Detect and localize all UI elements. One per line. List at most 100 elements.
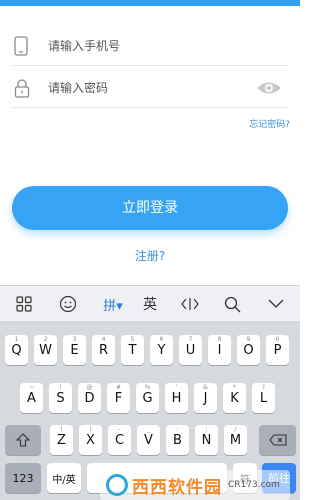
key-label: N xyxy=(201,432,212,448)
shift-key[interactable] xyxy=(5,425,41,455)
login-button[interactable]: 立即登录 xyxy=(12,186,288,230)
key-label: F xyxy=(114,390,123,406)
backspace-icon xyxy=(268,434,287,446)
key-label: K xyxy=(230,390,239,406)
key-label: V xyxy=(144,432,153,448)
backspace-key[interactable] xyxy=(259,425,296,455)
key-label: Y xyxy=(157,342,166,358)
key-label: M xyxy=(229,432,242,448)
key-c[interactable]: -C xyxy=(108,425,131,455)
collapse-keyboard-icon[interactable] xyxy=(262,292,290,316)
key-label: I xyxy=(217,342,222,358)
key-secondary-label: ' xyxy=(175,384,178,391)
key-l[interactable]: ? L xyxy=(252,383,275,413)
key-label: R xyxy=(98,342,109,358)
key-secondary-label: _ xyxy=(147,426,150,433)
key-label: E xyxy=(70,342,79,358)
key-secondary-label: 5 xyxy=(130,336,135,343)
key-secondary-label: 6 xyxy=(159,336,164,343)
key-secondary-label: 8 xyxy=(217,336,222,343)
key-v[interactable]: _ V xyxy=(137,425,160,455)
language-switch-key[interactable]: 中/英 xyxy=(47,463,81,493)
eye-icon[interactable] xyxy=(256,80,282,96)
key-secondary-label: 2 xyxy=(43,336,48,343)
key-z[interactable]: (Z xyxy=(50,425,73,455)
watermark-subtitle: CR173.com xyxy=(228,480,280,490)
english-mode-button[interactable]: 英 xyxy=(136,292,164,316)
key-secondary-label: @ xyxy=(86,384,93,391)
shift-arrow-icon xyxy=(16,433,30,447)
emoji-icon[interactable] xyxy=(54,292,82,316)
key-label: G xyxy=(142,390,153,406)
key-secondary-label: * xyxy=(233,384,236,391)
soft-keyboard: 拼▾ 英 1Q2W3E4R5T6Y7U8I9O0P ~ A! S @ D # F% G ' H & J… xyxy=(0,285,300,500)
cursor-move-icon[interactable] xyxy=(176,292,204,316)
watermark-title: 西西软件园 xyxy=(132,477,222,498)
key-y[interactable]: 6Y xyxy=(150,335,173,365)
key-label: D xyxy=(84,390,95,406)
pinyin-mode-button[interactable]: 拼▾ xyxy=(96,292,130,316)
key-label: L xyxy=(259,390,268,406)
key-p[interactable]: 0P xyxy=(266,335,289,365)
key-a[interactable]: ~ A xyxy=(20,383,43,413)
key-w[interactable]: 2W xyxy=(34,335,57,365)
search-icon[interactable] xyxy=(218,292,246,316)
key-d[interactable]: @ D xyxy=(78,383,101,413)
phone-field[interactable] xyxy=(12,26,288,66)
key-label: O xyxy=(243,342,254,358)
keyboard-toolbar: 拼▾ 英 xyxy=(0,285,300,321)
password-input[interactable] xyxy=(48,74,248,102)
forgot-password-link[interactable]: 忘记密码? xyxy=(249,117,290,130)
key-h[interactable]: ' H xyxy=(165,383,188,413)
watermark-logo-icon xyxy=(106,474,128,496)
key-u[interactable]: 7U xyxy=(179,335,202,365)
register-link[interactable]: 注册? xyxy=(0,247,300,264)
key-j[interactable]: & J xyxy=(194,383,217,413)
key-secondary-label: & xyxy=(203,384,208,391)
watermark: 西西软件园 CR173.com xyxy=(100,470,290,500)
key-label: U xyxy=(185,342,196,358)
key-label: B xyxy=(173,432,182,448)
password-field[interactable] xyxy=(12,68,288,108)
key-secondary-label: 1 xyxy=(14,336,19,343)
lock-icon xyxy=(14,78,32,100)
key-g[interactable]: % G xyxy=(136,383,159,413)
key-x[interactable]: ) X xyxy=(79,425,102,455)
key-f[interactable]: # F xyxy=(107,383,130,413)
key-q[interactable]: 1Q xyxy=(5,335,28,365)
key-secondary-label: ) xyxy=(89,426,92,433)
key-b[interactable]: :B xyxy=(166,425,189,455)
key-secondary-label: : xyxy=(176,426,179,433)
key-label: P xyxy=(273,342,282,358)
key-label: W xyxy=(39,342,52,358)
key-secondary-label: ? xyxy=(261,384,266,391)
number-mode-key[interactable]: 123 xyxy=(5,463,41,493)
key-i[interactable]: 8I xyxy=(208,335,231,365)
key-label: J xyxy=(203,390,208,406)
key-secondary-label: ( xyxy=(60,426,63,433)
phone-icon xyxy=(14,36,32,58)
key-secondary-label: 9 xyxy=(246,336,251,343)
key-e[interactable]: 3E xyxy=(63,335,86,365)
key-o[interactable]: 9O xyxy=(237,335,260,365)
key-label: A xyxy=(27,390,36,406)
key-label: H xyxy=(171,390,182,406)
top-status-strip xyxy=(0,0,300,6)
grid-menu-icon[interactable] xyxy=(10,292,38,316)
key-s[interactable]: ! S xyxy=(49,383,72,413)
key-n[interactable]: ; N xyxy=(195,425,218,455)
key-label: S xyxy=(56,390,65,406)
key-secondary-label: # xyxy=(115,384,122,391)
key-t[interactable]: 5T xyxy=(121,335,144,365)
key-secondary-label: 0 xyxy=(275,336,280,343)
key-secondary-label: ~ xyxy=(28,384,35,391)
key-secondary-label: 7 xyxy=(188,336,193,343)
key-r[interactable]: 4R xyxy=(92,335,115,365)
key-secondary-label: 4 xyxy=(101,336,106,343)
key-k[interactable]: * K xyxy=(223,383,246,413)
key-secondary-label: ! xyxy=(59,384,62,391)
key-secondary-label: % xyxy=(144,384,151,391)
key-m[interactable]: / M xyxy=(224,425,247,455)
phone-input[interactable] xyxy=(48,32,248,60)
key-label: T xyxy=(128,342,137,358)
